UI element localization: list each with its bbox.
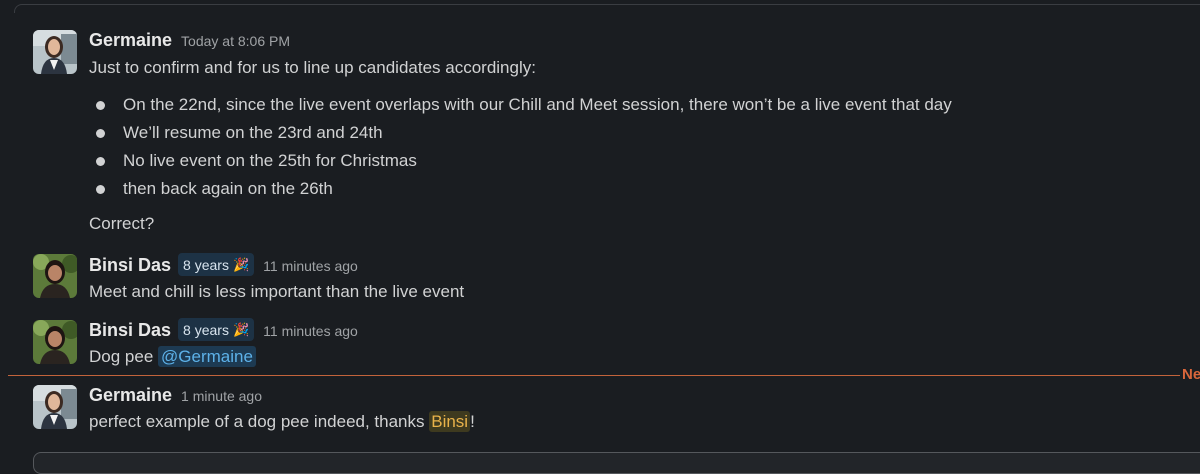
binsi-avatar-image	[33, 254, 77, 298]
tenure-badge[interactable]: 8 years 🎉	[178, 318, 255, 341]
message-header: Germaine 1 minute ago	[89, 385, 262, 406]
bullet-icon	[96, 157, 105, 166]
list-item-text: On the 22nd, since the live event overla…	[123, 95, 952, 114]
badge-label: 8 years	[183, 321, 229, 338]
message-text: Dog pee @Germaine	[89, 346, 256, 367]
author-name[interactable]: Binsi Das	[89, 320, 171, 341]
message-header: Germaine Today at 8:06 PM	[89, 30, 290, 51]
new-messages-label: Ne	[1182, 366, 1200, 383]
message-header: Binsi Das 8 years 🎉 11 minutes ago	[89, 253, 358, 277]
message-text-part: perfect example of a dog pee indeed, tha…	[89, 412, 430, 431]
germaine-avatar-image	[33, 30, 77, 74]
list-item-text: We’ll resume on the 23rd and 24th	[123, 123, 383, 142]
tenure-badge[interactable]: 8 years 🎉	[178, 253, 255, 276]
party-popper-icon: 🎉	[232, 256, 250, 272]
new-messages-divider	[8, 375, 1180, 376]
germaine-avatar-image	[33, 385, 77, 429]
author-name[interactable]: Germaine	[89, 30, 172, 51]
author-name[interactable]: Germaine	[89, 385, 172, 406]
avatar[interactable]	[33, 385, 77, 429]
timestamp[interactable]: 11 minutes ago	[263, 258, 358, 274]
message-text-part: !	[470, 412, 475, 431]
list-item-text: then back again on the 26th	[123, 179, 333, 198]
bullet-icon	[96, 185, 105, 194]
message-text: perfect example of a dog pee indeed, tha…	[89, 411, 475, 432]
binsi-avatar-image	[33, 320, 77, 364]
user-mention[interactable]: @Germaine	[158, 346, 256, 367]
message-text: Just to confirm and for us to line up ca…	[89, 58, 536, 77]
bullet-icon	[96, 129, 105, 138]
badge-label: 8 years	[183, 256, 229, 273]
keyword-highlight: Binsi	[429, 411, 471, 432]
timestamp[interactable]: 11 minutes ago	[263, 323, 358, 339]
message-text-part: Dog pee	[89, 347, 154, 366]
list-item-text: No live event on the 25th for Christmas	[123, 151, 417, 170]
party-popper-icon: 🎉	[232, 321, 250, 337]
avatar[interactable]	[33, 320, 77, 364]
message-pane: Germaine Today at 8:06 PM Just to confir…	[0, 0, 1200, 474]
avatar[interactable]	[33, 30, 77, 74]
timestamp[interactable]: 1 minute ago	[181, 388, 262, 404]
message-text: Correct?	[89, 214, 155, 233]
thread-border	[14, 4, 1200, 13]
message-composer[interactable]	[33, 452, 1200, 474]
message-text: Meet and chill is less important than th…	[89, 282, 465, 301]
timestamp[interactable]: Today at 8:06 PM	[181, 33, 290, 49]
bullet-icon	[96, 101, 105, 110]
avatar[interactable]	[33, 254, 77, 298]
message-header: Binsi Das 8 years 🎉 11 minutes ago	[89, 318, 358, 342]
author-name[interactable]: Binsi Das	[89, 255, 171, 276]
